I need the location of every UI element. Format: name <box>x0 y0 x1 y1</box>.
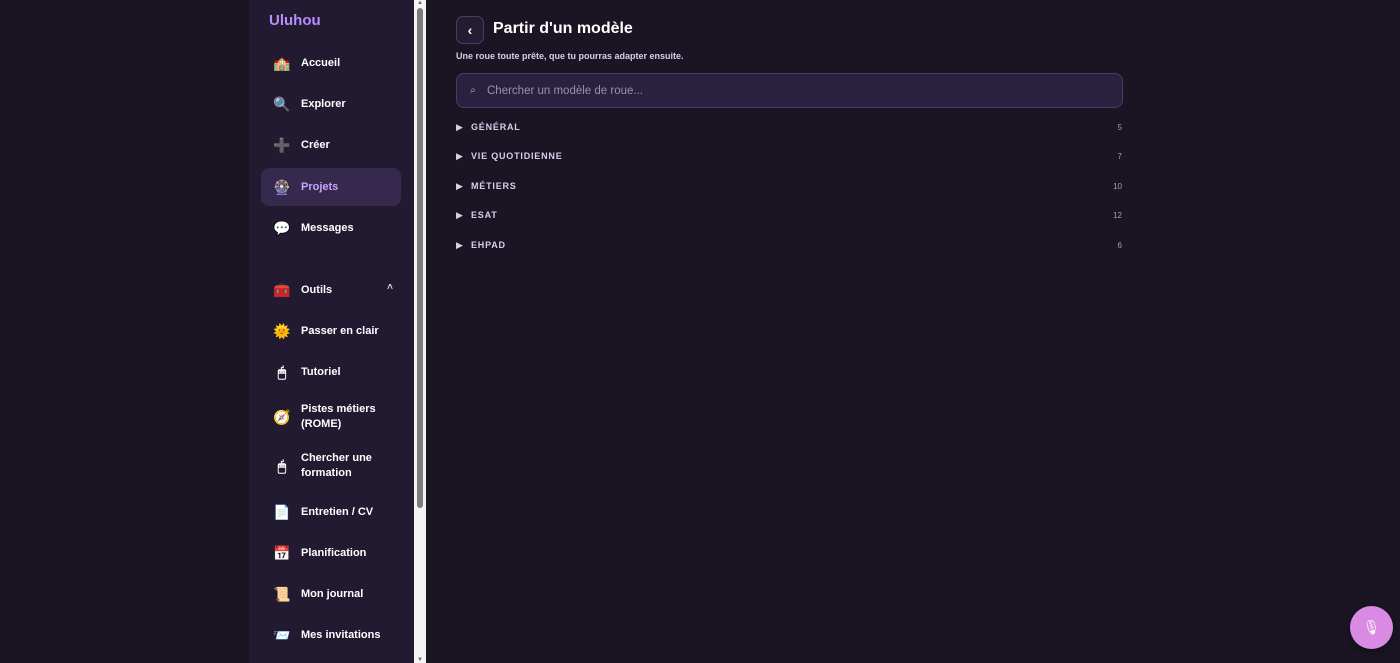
envelope-icon: 📨 <box>273 627 291 643</box>
sidebar-item-chercher-formation[interactable]: 🖱 Chercher une formation <box>261 446 401 486</box>
category-label: MÉTIERS <box>471 181 517 191</box>
category-count: 5 <box>1117 122 1122 132</box>
category-count: 10 <box>1113 181 1122 191</box>
page-title: Partir d'un modèle <box>493 20 633 37</box>
toolbox-icon: 🧰 <box>273 282 291 298</box>
category-ehpad[interactable]: ▶ EHPAD 6 <box>456 234 1123 256</box>
sidebar-item-mon-journal[interactable]: 📜 Mon journal <box>261 575 401 613</box>
chevron-up-icon[interactable]: ˄ <box>387 282 393 293</box>
category-label: GÉNÉRAL <box>471 122 521 132</box>
expand-triangle-icon: ▶ <box>456 150 463 161</box>
voice-assistant-button[interactable]: 🎙 <box>1350 606 1393 649</box>
ferris-wheel-icon: 🎡 <box>273 179 291 195</box>
calendar-icon: 📅 <box>273 545 291 561</box>
sidebar-item-label: Accueil <box>301 57 341 69</box>
sidebar-scrollbar[interactable]: ▲ ▼ <box>414 0 426 663</box>
sidebar: Uluhou 🏫 Accueil 🔍 Explorer ➕ Créer 🎡 Pr… <box>249 0 414 663</box>
scroll-icon: 📜 <box>273 586 291 602</box>
search-icon: ⌕ <box>470 85 476 96</box>
category-esat[interactable]: ▶ ESAT 12 <box>456 204 1123 226</box>
compass-icon: 🧭 <box>273 409 291 425</box>
sidebar-item-label: Messages <box>301 222 354 234</box>
sidebar-item-explorer[interactable]: 🔍 Explorer <box>261 85 401 123</box>
sidebar-item-label: Projets <box>301 181 339 193</box>
sidebar-item-pistes-metiers[interactable]: 🧭 Pistes métiers (ROME) <box>261 397 401 437</box>
sidebar-item-label: Passer en clair <box>301 325 379 337</box>
back-button[interactable]: ‹ <box>456 16 484 44</box>
sidebar-item-label: Créer <box>301 139 330 151</box>
scrollbar-thumb[interactable] <box>417 8 423 508</box>
sidebar-item-label: Mon journal <box>301 588 364 600</box>
sun-icon: 🌞 <box>273 323 291 339</box>
scroll-down-arrow-icon[interactable]: ▼ <box>416 657 424 663</box>
expand-triangle-icon: ▶ <box>456 239 463 250</box>
category-count: 12 <box>1113 210 1122 220</box>
sidebar-section-outils[interactable]: 🧰 Outils ˄ <box>261 271 401 309</box>
document-icon: 📄 <box>273 504 291 520</box>
category-count: 6 <box>1117 240 1122 250</box>
category-label: VIE QUOTIDIENNE <box>471 151 563 161</box>
sidebar-item-label: Planification <box>301 547 367 559</box>
search-box[interactable]: ⌕ <box>456 73 1123 108</box>
category-label: ESAT <box>471 210 498 220</box>
scroll-up-arrow-icon[interactable]: ▲ <box>416 0 424 6</box>
category-label: EHPAD <box>471 240 506 250</box>
category-vie-quotidienne[interactable]: ▶ VIE QUOTIDIENNE 7 <box>456 145 1123 167</box>
school-icon: 🏫 <box>273 55 291 71</box>
expand-triangle-icon: ▶ <box>456 121 463 132</box>
sidebar-item-tutoriel[interactable]: 🖱 Tutoriel <box>261 353 401 391</box>
category-metiers[interactable]: ▶ MÉTIERS 10 <box>456 175 1123 197</box>
cursor-icon: 🖱 <box>277 458 287 474</box>
search-input[interactable] <box>487 84 1122 97</box>
sidebar-item-label: Explorer <box>301 98 346 110</box>
sidebar-item-label: Mes invitations <box>301 629 381 641</box>
sidebar-item-creer[interactable]: ➕ Créer <box>261 126 401 164</box>
sidebar-item-label: Outils <box>301 284 333 296</box>
sidebar-item-projets[interactable]: 🎡 Projets <box>261 168 401 206</box>
magnifier-icon: 🔍 <box>273 96 291 112</box>
plus-icon: ➕ <box>273 137 291 153</box>
microphone-icon: 🎙 <box>1362 619 1381 635</box>
sidebar-item-label: Chercher une formation <box>301 452 372 479</box>
sidebar-item-entretien-cv[interactable]: 📄 Entretien / CV <box>261 493 401 531</box>
category-count: 7 <box>1117 151 1122 161</box>
sidebar-item-label: Entretien / CV <box>301 506 374 518</box>
sidebar-item-planification[interactable]: 📅 Planification <box>261 534 401 572</box>
expand-triangle-icon: ▶ <box>456 209 463 220</box>
sidebar-item-accueil[interactable]: 🏫 Accueil <box>261 44 401 82</box>
speech-bubble-icon: 💬 <box>273 220 291 236</box>
expand-triangle-icon: ▶ <box>456 180 463 191</box>
sidebar-item-passer-en-clair[interactable]: 🌞 Passer en clair <box>261 312 401 350</box>
category-general[interactable]: ▶ GÉNÉRAL 5 <box>456 116 1123 138</box>
sidebar-item-messages[interactable]: 💬 Messages <box>261 209 401 247</box>
sidebar-item-mes-invitations[interactable]: 📨 Mes invitations <box>261 616 401 654</box>
page-subtitle: Une roue toute prête, que tu pourras ada… <box>456 51 684 61</box>
brand-logo[interactable]: Uluhou <box>269 12 321 29</box>
sidebar-item-label: Tutoriel <box>301 366 341 378</box>
sidebar-item-label: Pistes métiers (ROME) <box>301 403 376 430</box>
cursor-icon: 🖱 <box>277 364 287 380</box>
